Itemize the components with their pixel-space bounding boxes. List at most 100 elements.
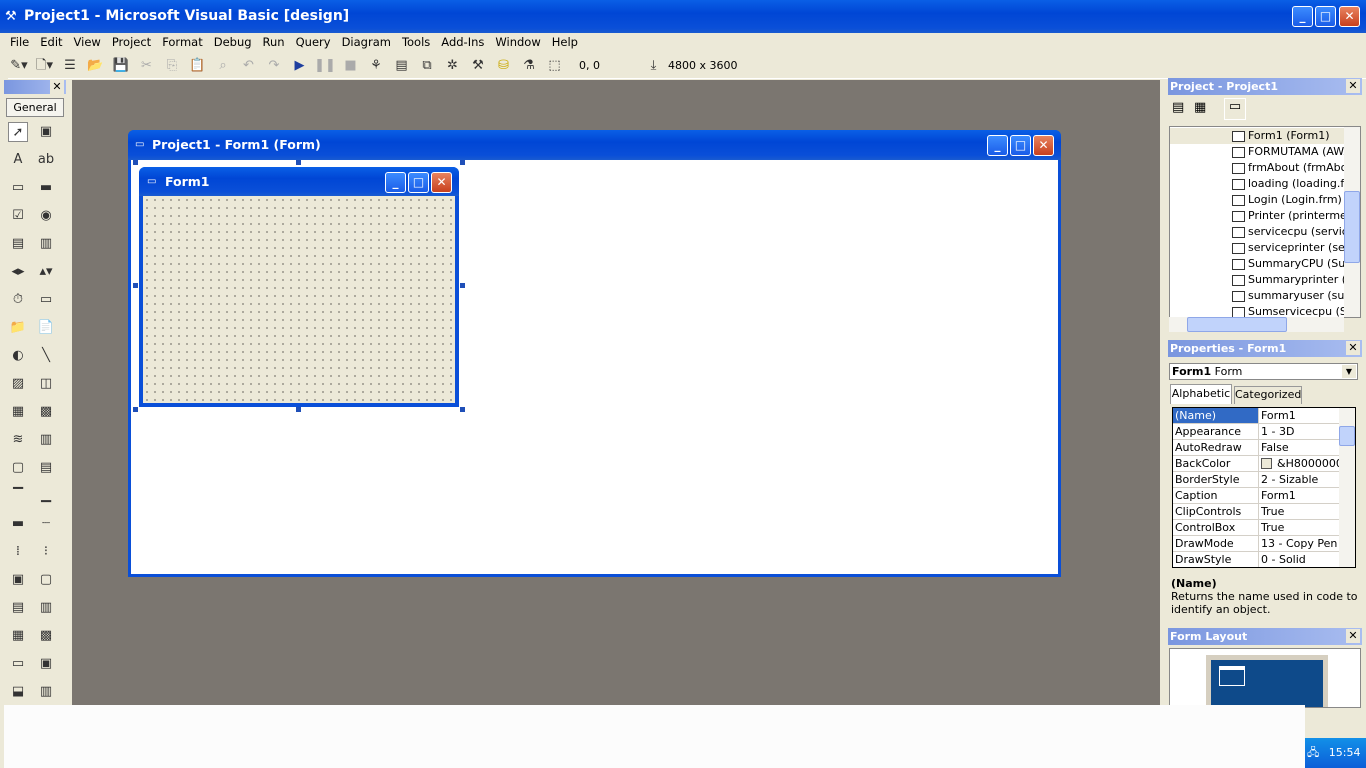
maximize-button[interactable]: □ <box>1315 6 1336 27</box>
project-item[interactable]: servicecpu (servicec <box>1170 224 1344 240</box>
menu-view[interactable]: View <box>74 35 101 49</box>
add-project-icon[interactable]: ✎▾ <box>8 55 30 77</box>
property-value[interactable]: False <box>1259 440 1339 455</box>
tool-vscrollbar-icon[interactable]: ▴▾ <box>36 262 56 282</box>
resize-handle[interactable] <box>460 283 465 288</box>
tool-image-icon[interactable]: ▨ <box>8 374 28 394</box>
tool-control-icon[interactable]: ▢ <box>8 458 28 478</box>
save-icon[interactable]: 💾 <box>110 55 132 77</box>
menu-addins[interactable]: Add-Ins <box>441 35 484 49</box>
form1-grid-surface[interactable] <box>143 196 455 403</box>
toolbox-close-icon[interactable]: ✕ <box>50 80 64 94</box>
tool-control-icon[interactable]: ▤ <box>8 598 28 618</box>
paste-icon[interactable]: 📋 <box>187 55 209 77</box>
project-item[interactable]: summaryuser (summ <box>1170 288 1344 304</box>
form1-close-button[interactable]: ✕ <box>431 172 452 193</box>
tool-control-icon[interactable]: ▬ <box>8 514 28 534</box>
property-row[interactable]: (Name) Form1 <box>1173 408 1339 424</box>
tool-control-icon[interactable]: ≋ <box>8 430 28 450</box>
form-layout-icon[interactable]: ⧉ <box>416 55 438 77</box>
resize-handle[interactable] <box>460 160 465 165</box>
menu-file[interactable]: File <box>10 35 29 49</box>
tool-line-icon[interactable]: ╲ <box>36 346 56 366</box>
tool-listbox-icon[interactable]: ▥ <box>36 234 56 254</box>
tool-control-icon[interactable]: ▭ <box>8 654 28 674</box>
tool-control-icon[interactable]: ▩ <box>36 626 56 646</box>
menu-window[interactable]: Window <box>495 35 540 49</box>
tool-filelistbox-icon[interactable]: 📄 <box>36 318 56 338</box>
form1-minimize-button[interactable]: _ <box>385 172 406 193</box>
project-item[interactable]: Form1 (Form1) <box>1170 128 1344 144</box>
project-close-icon[interactable]: ✕ <box>1346 79 1360 93</box>
tool-pointer-icon[interactable]: ➚ <box>8 122 28 142</box>
project-hscrollbar[interactable] <box>1169 317 1344 332</box>
start-icon[interactable]: ▶ <box>289 55 311 77</box>
property-value[interactable]: &H8000000F <box>1259 456 1339 471</box>
project-item[interactable]: Summaryprinter (Su <box>1170 272 1344 288</box>
find-icon[interactable]: ⌕ <box>212 55 234 77</box>
component-manager-icon[interactable]: ⚗ <box>518 55 540 77</box>
tab-categorized[interactable]: Categorized <box>1234 386 1302 404</box>
tool-shape-icon[interactable]: ◐ <box>8 346 28 366</box>
tool-control-icon[interactable]: ▥ <box>36 430 56 450</box>
tool-control-icon[interactable]: ▤ <box>36 458 56 478</box>
toolbox-tab-general[interactable]: General <box>6 98 64 117</box>
resize-handle[interactable] <box>133 160 138 165</box>
property-row[interactable]: Appearance 1 - 3D <box>1173 424 1339 440</box>
menu-diagram[interactable]: Diagram <box>342 35 391 49</box>
tool-data-icon[interactable]: ◫ <box>36 374 56 394</box>
project-item[interactable]: FORMUTAMA (AWA <box>1170 144 1344 160</box>
minimize-button[interactable]: _ <box>1292 6 1313 27</box>
menu-edit[interactable]: Edit <box>40 35 62 49</box>
property-value[interactable]: True <box>1259 520 1339 535</box>
property-row[interactable]: ControlBox True <box>1173 520 1339 536</box>
tool-drivelistbox-icon[interactable]: ▭ <box>36 290 56 310</box>
tool-control-icon[interactable]: ┈ <box>36 514 56 534</box>
property-value[interactable]: 0 - Solid <box>1259 552 1339 567</box>
tab-alphabetic[interactable]: Alphabetic <box>1170 384 1232 404</box>
designer-minimize-button[interactable]: _ <box>987 135 1008 156</box>
tool-combobox-icon[interactable]: ▤ <box>8 234 28 254</box>
break-icon[interactable]: ❚❚ <box>314 55 336 77</box>
tool-control-icon[interactable]: ▔ <box>8 486 28 506</box>
close-button[interactable]: ✕ <box>1339 6 1360 27</box>
property-row[interactable]: Caption Form1 <box>1173 488 1339 504</box>
end-icon[interactable]: ■ <box>340 55 362 77</box>
project-item[interactable]: frmAbout (frmAbout <box>1170 160 1344 176</box>
menu-debug[interactable]: Debug <box>214 35 252 49</box>
property-row[interactable]: BackColor&H8000000F <box>1173 456 1339 472</box>
network-icon[interactable]: 🖧 <box>1307 746 1319 759</box>
resize-handle[interactable] <box>296 407 301 412</box>
resize-handle[interactable] <box>460 407 465 412</box>
cut-icon[interactable]: ✂ <box>136 55 158 77</box>
resize-handle[interactable] <box>133 283 138 288</box>
property-row[interactable]: AutoRedraw False <box>1173 440 1339 456</box>
tool-control-icon[interactable]: ▣ <box>36 654 56 674</box>
tool-control-icon[interactable]: ▣ <box>8 570 28 590</box>
tool-hscrollbar-icon[interactable]: ◂▸ <box>8 262 28 282</box>
menu-format[interactable]: Format <box>162 35 203 49</box>
form1[interactable]: ▭ Form1 _ □ ✕ <box>139 167 459 407</box>
menu-tools[interactable]: Tools <box>402 35 430 49</box>
property-value[interactable]: Form1 <box>1259 408 1339 423</box>
view-object-icon[interactable]: ▦ <box>1194 100 1212 118</box>
project-item[interactable]: Login (Login.frm) <box>1170 192 1344 208</box>
tool-dirlistbox-icon[interactable]: 📁 <box>8 318 28 338</box>
tool-control-icon[interactable]: ⬓ <box>8 682 28 702</box>
project-item[interactable]: Sumservicecpu (Sum <box>1170 304 1344 317</box>
menu-editor-icon[interactable]: ☰ <box>59 55 81 77</box>
tool-frame-icon[interactable]: ▭ <box>8 178 28 198</box>
undo-icon[interactable]: ↶ <box>238 55 260 77</box>
tool-textbox-icon[interactable]: ab <box>36 150 56 170</box>
property-value[interactable]: True <box>1259 504 1339 519</box>
resize-handle[interactable] <box>133 407 138 412</box>
properties-vscrollbar[interactable] <box>1339 408 1355 567</box>
project-vscrollbar[interactable] <box>1344 127 1360 317</box>
property-row[interactable]: DrawMode 13 - Copy Pen <box>1173 536 1339 552</box>
menu-query[interactable]: Query <box>296 35 331 49</box>
designer-close-button[interactable]: ✕ <box>1033 135 1054 156</box>
chevron-down-icon[interactable]: ▼ <box>1342 365 1356 378</box>
tool-timer-icon[interactable]: ⏱ <box>8 290 28 310</box>
tool-ole-icon[interactable]: ▦ <box>8 402 28 422</box>
tool-control-icon[interactable]: ▩ <box>36 402 56 422</box>
